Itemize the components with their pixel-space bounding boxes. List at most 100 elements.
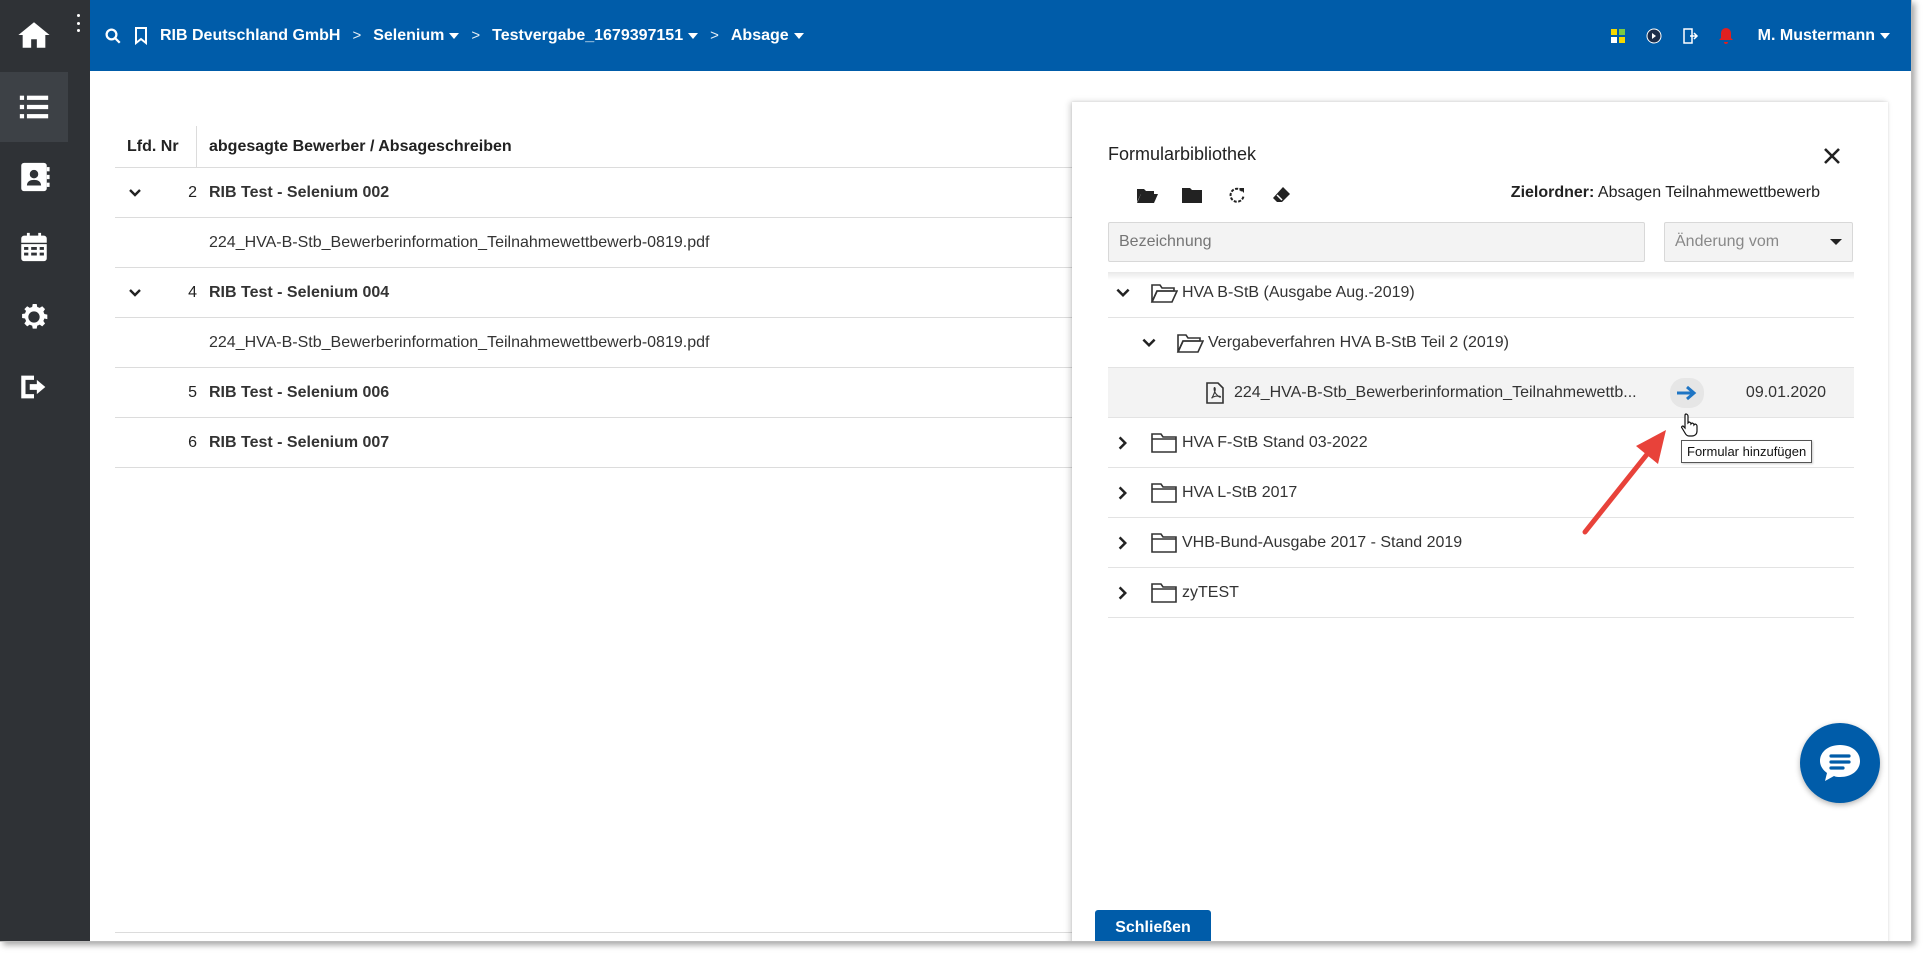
pdf-file-icon bbox=[1206, 381, 1224, 404]
tree-folder-row[interactable]: Vergabeverfahren HVA B-StB Teil 2 (2019) bbox=[1108, 318, 1854, 368]
file-link[interactable]: 224_HVA-B-Stb_Bewerberinformation_Teilna… bbox=[209, 334, 709, 352]
table-row[interactable]: 224_HVA-B-Stb_Bewerberinformation_Teilna… bbox=[115, 318, 1075, 368]
user-menu[interactable]: M. Mustermann bbox=[1758, 27, 1890, 45]
top-bar: RIB Deutschland GmbH > Selenium > Testve… bbox=[90, 0, 1911, 71]
chevron-down-icon[interactable] bbox=[1114, 284, 1132, 302]
chevron-down-icon[interactable] bbox=[127, 285, 143, 301]
chevron-right-icon[interactable] bbox=[1114, 534, 1132, 552]
breadcrumb-project[interactable]: Selenium bbox=[373, 27, 460, 45]
breadcrumb-absage[interactable]: Absage bbox=[731, 27, 804, 45]
tree-folder-row[interactable]: zyTEST bbox=[1108, 568, 1854, 618]
row-number: 6 bbox=[188, 433, 197, 451]
row-label: RIB Test - Selenium 004 bbox=[209, 283, 390, 301]
chevron-down-icon[interactable] bbox=[127, 185, 143, 201]
chevron-right-icon[interactable] bbox=[1114, 434, 1132, 452]
list-icon[interactable] bbox=[0, 72, 68, 142]
row-label: RIB Test - Selenium 007 bbox=[209, 433, 390, 451]
row-number: 5 bbox=[188, 383, 197, 401]
tree-folder-row[interactable]: HVA L-StB 2017 bbox=[1108, 468, 1854, 518]
table-row[interactable]: 2 RIB Test - Selenium 002 bbox=[115, 168, 1075, 218]
sidebar bbox=[0, 0, 90, 941]
breadcrumb-company[interactable]: RIB Deutschland GmbH bbox=[160, 27, 340, 45]
logout-icon[interactable] bbox=[0, 352, 68, 422]
table-header: Lfd. Nr abgesagte Bewerber / Absageschre… bbox=[115, 125, 1075, 168]
column-header-nr[interactable]: Lfd. Nr bbox=[115, 125, 197, 168]
main-content: Lfd. Nr abgesagte Bewerber / Absageschre… bbox=[90, 71, 1075, 941]
chevron-right-icon[interactable] bbox=[1114, 584, 1132, 602]
top-bar-actions: M. Mustermann bbox=[1592, 0, 1890, 71]
home-icon[interactable] bbox=[0, 0, 68, 70]
divider bbox=[115, 932, 1075, 933]
calendar-icon[interactable] bbox=[0, 212, 68, 282]
target-folder-label: Zielordner: bbox=[1510, 184, 1595, 201]
tree-label: HVA B-StB (Ausgabe Aug.-2019) bbox=[1182, 283, 1415, 301]
tree-label: VHB-Bund-Ausgabe 2017 - Stand 2019 bbox=[1182, 533, 1463, 551]
hand-cursor-icon bbox=[1680, 413, 1698, 437]
breadcrumb-separator-icon: > bbox=[352, 27, 362, 44]
dropdown-arrow-icon bbox=[1830, 239, 1842, 245]
sort-select-value: Änderung vom bbox=[1675, 233, 1780, 250]
folder-open-icon bbox=[1176, 333, 1204, 353]
arrow-right-icon bbox=[1677, 385, 1697, 401]
table-row[interactable]: 224_HVA-B-Stb_Bewerberinformation_Teilna… bbox=[115, 218, 1075, 268]
file-date: 09.01.2020 bbox=[1745, 383, 1826, 401]
panel-title: Formularbibliothek bbox=[1108, 144, 1257, 164]
kebab-menu-icon[interactable] bbox=[74, 14, 82, 32]
breadcrumb-separator-icon: > bbox=[710, 27, 719, 44]
tree-label: 224_HVA-B-Stb_Bewerberinformation_Teilna… bbox=[1234, 383, 1637, 401]
tree-folder-row[interactable]: HVA B-StB (Ausgabe Aug.-2019) bbox=[1108, 268, 1854, 318]
row-number: 4 bbox=[188, 283, 197, 301]
caret-down-icon bbox=[688, 32, 699, 39]
breadcrumb-procurement[interactable]: Testvergabe_1679397151 bbox=[492, 27, 699, 45]
search-input[interactable] bbox=[1108, 222, 1645, 262]
folder-icon bbox=[1151, 482, 1177, 503]
address-book-icon[interactable] bbox=[0, 142, 68, 212]
chevron-down-icon[interactable] bbox=[1140, 334, 1158, 352]
add-form-button[interactable] bbox=[1670, 378, 1704, 408]
folder-icon bbox=[1151, 432, 1177, 453]
bookmark-icon[interactable] bbox=[134, 26, 148, 45]
app-window: RIB Deutschland GmbH > Selenium > Testve… bbox=[0, 0, 1912, 942]
table-row[interactable]: 6 RIB Test - Selenium 007 bbox=[115, 418, 1075, 468]
column-header-name[interactable]: abgesagte Bewerber / Absageschreiben bbox=[197, 138, 512, 156]
file-link[interactable]: 224_HVA-B-Stb_Bewerberinformation_Teilna… bbox=[209, 234, 709, 252]
help-icon[interactable] bbox=[1644, 26, 1664, 46]
form-library-panel: Formularbibliothek Zielordner: Absagen T… bbox=[1072, 102, 1888, 941]
refresh-icon[interactable] bbox=[1224, 182, 1250, 208]
eraser-icon[interactable] bbox=[1269, 182, 1295, 208]
folder-icon[interactable] bbox=[1179, 182, 1205, 208]
notification-bell-icon[interactable] bbox=[1716, 26, 1736, 46]
breadcrumb-separator-icon: > bbox=[471, 27, 481, 44]
row-number: 2 bbox=[188, 183, 197, 201]
close-button[interactable]: Schließen bbox=[1095, 910, 1211, 941]
tree-label: zyTEST bbox=[1182, 583, 1239, 601]
row-label: RIB Test - Selenium 002 bbox=[209, 183, 390, 201]
table-row[interactable]: 5 RIB Test - Selenium 006 bbox=[115, 368, 1075, 418]
sort-select[interactable]: Änderung vom bbox=[1664, 222, 1853, 262]
tree-file-row[interactable]: 224_HVA-B-Stb_Bewerberinformation_Teilna… bbox=[1108, 368, 1854, 418]
apps-icon[interactable] bbox=[1608, 26, 1628, 46]
tree-label: HVA L-StB 2017 bbox=[1182, 483, 1298, 501]
close-icon[interactable] bbox=[1820, 144, 1844, 168]
tree-label: Vergabeverfahren HVA B-StB Teil 2 (2019) bbox=[1208, 333, 1509, 351]
gear-icon[interactable] bbox=[0, 282, 68, 352]
annotation-arrow-icon bbox=[1582, 430, 1666, 535]
search-icon[interactable] bbox=[104, 27, 122, 45]
target-folder-value: Absagen Teilnahmewettbewerb bbox=[1597, 184, 1820, 201]
caret-down-icon bbox=[449, 32, 460, 39]
folder-icon bbox=[1151, 582, 1177, 603]
folder-icon bbox=[1151, 532, 1177, 553]
caret-down-icon bbox=[793, 32, 804, 39]
tree-folder-row[interactable]: VHB-Bund-Ausgabe 2017 - Stand 2019 bbox=[1108, 518, 1854, 568]
tooltip: Formular hinzufügen bbox=[1681, 440, 1813, 463]
chevron-right-icon[interactable] bbox=[1114, 484, 1132, 502]
export-icon[interactable] bbox=[1680, 26, 1700, 46]
table-row[interactable]: 4 RIB Test - Selenium 004 bbox=[115, 268, 1075, 318]
caret-down-icon bbox=[1880, 32, 1890, 39]
folder-open-icon bbox=[1150, 283, 1178, 303]
panel-toolbar bbox=[1134, 182, 1314, 208]
folder-open-icon[interactable] bbox=[1134, 182, 1160, 208]
row-label: RIB Test - Selenium 006 bbox=[209, 383, 390, 401]
chat-button[interactable] bbox=[1800, 723, 1880, 803]
tree-label: HVA F-StB Stand 03-2022 bbox=[1182, 433, 1368, 451]
